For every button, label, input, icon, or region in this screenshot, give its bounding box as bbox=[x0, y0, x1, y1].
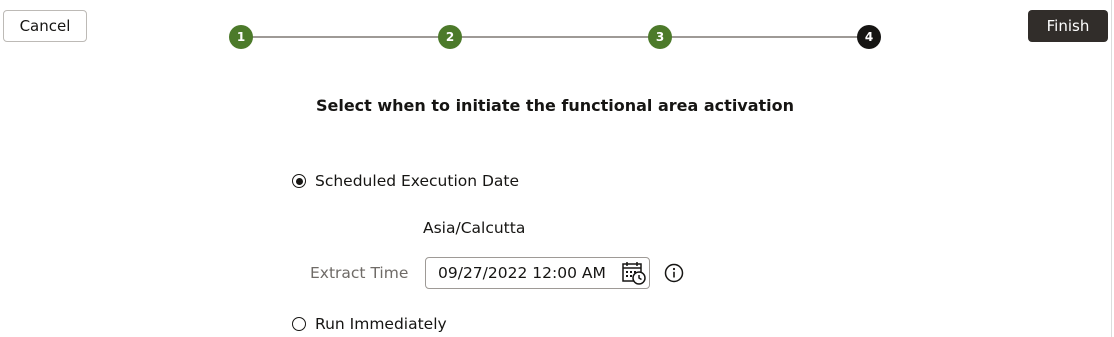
train-step-2[interactable]: 2 bbox=[438, 25, 462, 49]
wizard-page: Cancel 1 2 3 4 Finish Select when to ini… bbox=[0, 0, 1114, 337]
panel-border bbox=[1111, 0, 1112, 337]
calendar-clock-icon[interactable] bbox=[621, 260, 647, 286]
extract-time-field[interactable] bbox=[425, 257, 650, 289]
train-connector bbox=[671, 36, 859, 38]
run-immediately-radio[interactable]: Run Immediately bbox=[292, 315, 447, 333]
train-step-1[interactable]: 1 bbox=[229, 25, 253, 49]
extract-time-input[interactable] bbox=[438, 258, 608, 288]
radio-unselected-icon bbox=[292, 317, 306, 331]
info-icon[interactable] bbox=[664, 263, 684, 283]
page-heading: Select when to initiate the functional a… bbox=[315, 96, 795, 115]
train-connector bbox=[252, 36, 440, 38]
scheduled-execution-radio[interactable]: Scheduled Execution Date bbox=[292, 172, 519, 190]
run-immediately-label: Run Immediately bbox=[315, 315, 447, 333]
extract-time-label: Extract Time bbox=[310, 264, 409, 282]
train-connector bbox=[461, 36, 649, 38]
train-step-3[interactable]: 3 bbox=[648, 25, 672, 49]
scheduled-execution-label: Scheduled Execution Date bbox=[315, 172, 520, 190]
finish-button[interactable]: Finish bbox=[1028, 10, 1108, 42]
radio-selected-icon bbox=[292, 174, 306, 188]
cancel-button[interactable]: Cancel bbox=[3, 10, 87, 42]
train-step-4[interactable]: 4 bbox=[857, 25, 881, 49]
timezone-label: Asia/Calcutta bbox=[423, 219, 526, 237]
